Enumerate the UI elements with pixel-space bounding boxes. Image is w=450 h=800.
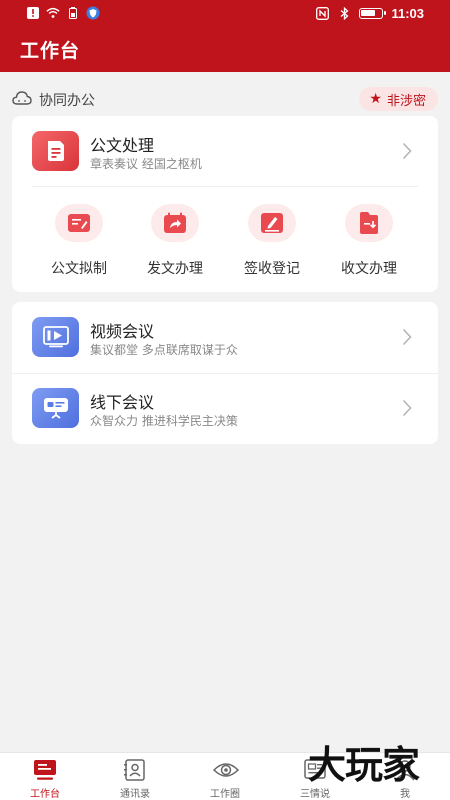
tab-work-circle[interactable]: 工作圈: [180, 757, 270, 800]
chevron-right-icon: [402, 328, 412, 346]
quick-action-label: 签收登记: [244, 261, 300, 277]
app-shield-icon: [86, 6, 100, 20]
document-processing-row[interactable]: 公文处理 章表奏议 经国之枢机: [12, 116, 438, 187]
bluetooth-icon: [337, 7, 351, 21]
watermark-logo: 大玩家: [308, 742, 420, 787]
battery-saver-icon: [66, 6, 80, 20]
notification-icon: [26, 6, 40, 20]
draft-icon: [55, 204, 103, 242]
workbench-icon: [33, 759, 57, 781]
divider: [32, 186, 418, 187]
chevron-right-icon: [402, 399, 412, 417]
meeting-card: 视频会议 集议都堂 多点联席取谋于众 线下会议 众智众力 推进科学民主决策: [12, 302, 438, 444]
offline-meeting-subtitle: 众智众力 推进科学民主决策: [90, 414, 238, 428]
classification-badge: ★ 非涉密: [359, 87, 438, 111]
nfc-icon: [315, 7, 329, 21]
document-icon: [32, 131, 79, 171]
quick-action-label: 发文办理: [147, 261, 203, 277]
quick-action-receive[interactable]: 收文办理: [321, 204, 417, 284]
document-subtitle: 章表奏议 经国之枢机: [90, 157, 202, 171]
tab-contacts[interactable]: 通讯录: [90, 757, 180, 800]
clock: 11:03: [391, 6, 424, 21]
tab-label: 工作圈: [210, 789, 240, 800]
cloud-icon: [12, 90, 32, 106]
battery-icon: [359, 8, 387, 19]
video-meeting-title: 视频会议: [90, 322, 155, 341]
chevron-right-icon: [402, 142, 412, 160]
offline-meeting-row[interactable]: 线下会议 众智众力 推进科学民主决策: [12, 373, 438, 444]
video-meeting-subtitle: 集议都堂 多点联席取谋于众: [90, 343, 238, 357]
header-bar: 11:03 工作台: [0, 0, 450, 72]
quick-action-label: 公文拟制: [51, 261, 107, 277]
wifi-icon: [46, 6, 60, 20]
circle-icon: [212, 759, 240, 781]
tab-workbench[interactable]: 工作台: [0, 757, 90, 800]
quick-action-sign[interactable]: 签收登记: [224, 204, 320, 284]
section-header: 协同办公 ★ 非涉密: [12, 86, 438, 112]
video-icon: [32, 317, 79, 357]
sign-icon: [248, 204, 296, 242]
quick-action-label: 收文办理: [341, 261, 397, 277]
document-title: 公文处理: [90, 136, 155, 155]
section-label: 协同办公: [39, 93, 95, 109]
tab-label: 我: [400, 789, 410, 800]
send-doc-icon: [151, 204, 199, 242]
offline-meeting-title: 线下会议: [90, 393, 155, 412]
quick-action-send[interactable]: 发文办理: [127, 204, 223, 284]
page-title: 工作台: [20, 40, 81, 62]
receive-doc-icon: [345, 204, 393, 242]
tab-label: 工作台: [30, 789, 60, 800]
status-bar: 11:03: [0, 0, 450, 28]
tab-label: 三情说: [300, 789, 330, 800]
star-icon: ★: [369, 91, 382, 107]
meeting-icon: [32, 388, 79, 428]
document-card: 公文处理 章表奏议 经国之枢机 公文拟制 发文办理 签收登记 收文办理: [12, 116, 438, 292]
video-meeting-row[interactable]: 视频会议 集议都堂 多点联席取谋于众: [12, 302, 438, 373]
tab-label: 通讯录: [120, 789, 150, 800]
contacts-icon: [123, 759, 147, 781]
quick-action-draft[interactable]: 公文拟制: [31, 204, 127, 284]
classification-label: 非涉密: [386, 93, 426, 109]
